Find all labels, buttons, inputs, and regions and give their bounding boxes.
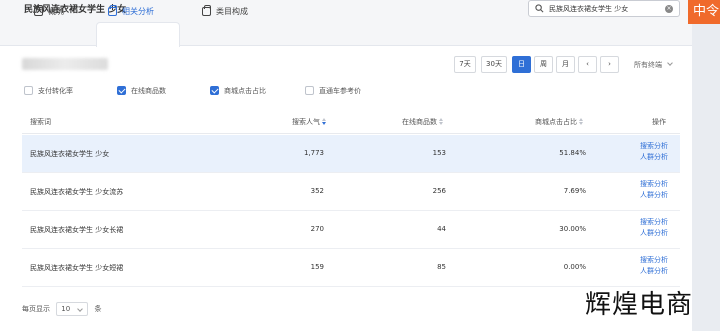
column-header-action: 操作 [652,118,666,126]
cell-goods: 256 [432,187,446,195]
chevron-down-icon [667,60,674,66]
sort-icon [322,118,327,125]
side-gutter [692,24,720,331]
cell-term: 民族风连衣裙女学生 少女 [30,150,110,158]
range-month-button[interactable]: 月 [556,56,575,73]
search-value: 民族风连衣裙女学生 少女 [549,5,629,13]
cell-ratio: 51.84% [559,149,586,157]
checkbox-label: 直通车参考价 [319,87,361,95]
checkbox-mall-click-ratio[interactable]: 商城点击占比 [210,86,266,96]
sort-icon [579,118,584,125]
prev-date-button[interactable]: ‹ [578,56,597,73]
crowd-analysis-link[interactable]: 人群分析 [640,228,668,239]
search-analysis-link[interactable]: 搜索分析 [640,179,668,190]
watermark-text: 辉煌电商 [585,290,694,320]
column-header-label: 搜索人气 [292,118,320,126]
crowd-analysis-link[interactable]: 人群分析 [640,152,668,163]
checkbox-box [210,86,219,95]
tab-label: 类目构成 [216,7,248,16]
range-week-button[interactable]: 周 [534,56,553,73]
table-header: 搜索词 搜索人气 在线商品数 商城点击占比 操作 [22,110,680,134]
active-tab-background [96,22,180,47]
range-day-button[interactable]: 日 [512,56,531,73]
search-analysis-link[interactable]: 搜索分析 [640,255,668,266]
table-row: 民族风连衣裙女学生 少女流苏 352 256 7.69% 搜索分析 人群分析 [22,173,680,211]
cell-goods: 85 [437,263,446,271]
table-row: 民族风连衣裙女学生 少女长裙 270 44 30.00% 搜索分析 人群分析 [22,211,680,249]
bag-icon [34,5,43,16]
column-header-label: 商城点击占比 [535,118,577,126]
terminal-filter-select[interactable]: 所有终端 [634,60,674,70]
tab-label: 概况 [48,7,64,16]
tab-category-composition[interactable]: 类目构成 [202,0,248,24]
pagination-size: 每页显示 10 条 [22,302,101,316]
bag-icon [202,5,211,16]
cell-goods: 44 [437,225,446,233]
sort-icon [439,118,444,125]
search-input[interactable]: 民族风连衣裙女学生 少女 × [528,0,680,17]
bag-icon [108,5,117,16]
range-7d-button[interactable]: 7天 [454,56,476,73]
metric-checkbox-row: 支付转化率 在线商品数 商城点击占比 直通车参考价 [0,84,692,98]
crowd-analysis-link[interactable]: 人群分析 [640,190,668,201]
search-analysis-link[interactable]: 搜索分析 [640,217,668,228]
cell-ratio: 0.00% [563,263,586,271]
page-size-select[interactable]: 10 [56,302,89,316]
terminal-filter-label: 所有终端 [634,61,662,69]
cell-actions: 搜索分析 人群分析 [640,179,668,201]
blurred-date-range [22,58,108,70]
search-analysis-link[interactable]: 搜索分析 [640,141,668,152]
page-size-suffix: 条 [94,305,102,313]
column-header-goods[interactable]: 在线商品数 [402,117,444,127]
search-icon [535,4,544,13]
page: 民族风连衣裙女学生 少女 民族风连衣裙女学生 少女 × 概况 相关分析 类目构成… [0,0,692,331]
tab-label: 相关分析 [122,7,154,16]
page-size-prefix: 每页显示 [22,305,50,313]
cell-popularity: 1,773 [303,149,324,157]
cell-term: 民族风连衣裙女学生 少女流苏 [30,188,124,196]
checkbox-label: 在线商品数 [131,87,166,95]
cell-popularity: 352 [310,187,324,195]
checkbox-box [305,86,314,95]
column-header-ratio[interactable]: 商城点击占比 [535,117,584,127]
cell-popularity: 270 [310,225,324,233]
checkbox-box [24,86,33,95]
crowd-analysis-link[interactable]: 人群分析 [640,266,668,277]
checkbox-through-train-price[interactable]: 直通车参考价 [305,86,361,96]
cell-goods: 153 [432,149,446,157]
tab-related-analysis[interactable]: 相关分析 [108,0,154,24]
next-date-button[interactable]: › [600,56,619,73]
checkbox-label: 商城点击占比 [224,87,266,95]
cell-actions: 搜索分析 人群分析 [640,255,668,277]
checkbox-box [117,86,126,95]
column-header-label: 在线商品数 [402,118,437,126]
column-header-term: 搜索词 [30,118,51,126]
cell-term: 民族风连衣裙女学生 少女长裙 [30,226,124,234]
cell-actions: 搜索分析 人群分析 [640,217,668,239]
cell-term: 民族风连衣裙女学生 少女短裙 [30,264,124,272]
brand-tab[interactable]: 中令 [688,0,720,24]
tab-overview[interactable]: 概况 [34,0,64,24]
table-row: 民族风连衣裙女学生 少女 1,773 153 51.84% 搜索分析 人群分析 [22,135,680,173]
checkbox-online-goods[interactable]: 在线商品数 [117,86,166,96]
range-30d-button[interactable]: 30天 [481,56,507,73]
cell-popularity: 159 [310,263,324,271]
column-header-popularity[interactable]: 搜索人气 [292,117,327,127]
checkbox-label: 支付转化率 [38,87,73,95]
checkbox-pay-conversion[interactable]: 支付转化率 [24,86,73,96]
cell-ratio: 7.69% [563,187,586,195]
cell-ratio: 30.00% [559,225,586,233]
clear-icon[interactable]: × [665,5,673,13]
cell-actions: 搜索分析 人群分析 [640,141,668,163]
page-size-value: 10 [61,305,71,313]
table-row: 民族风连衣裙女学生 少女短裙 159 85 0.00% 搜索分析 人群分析 [22,249,680,287]
